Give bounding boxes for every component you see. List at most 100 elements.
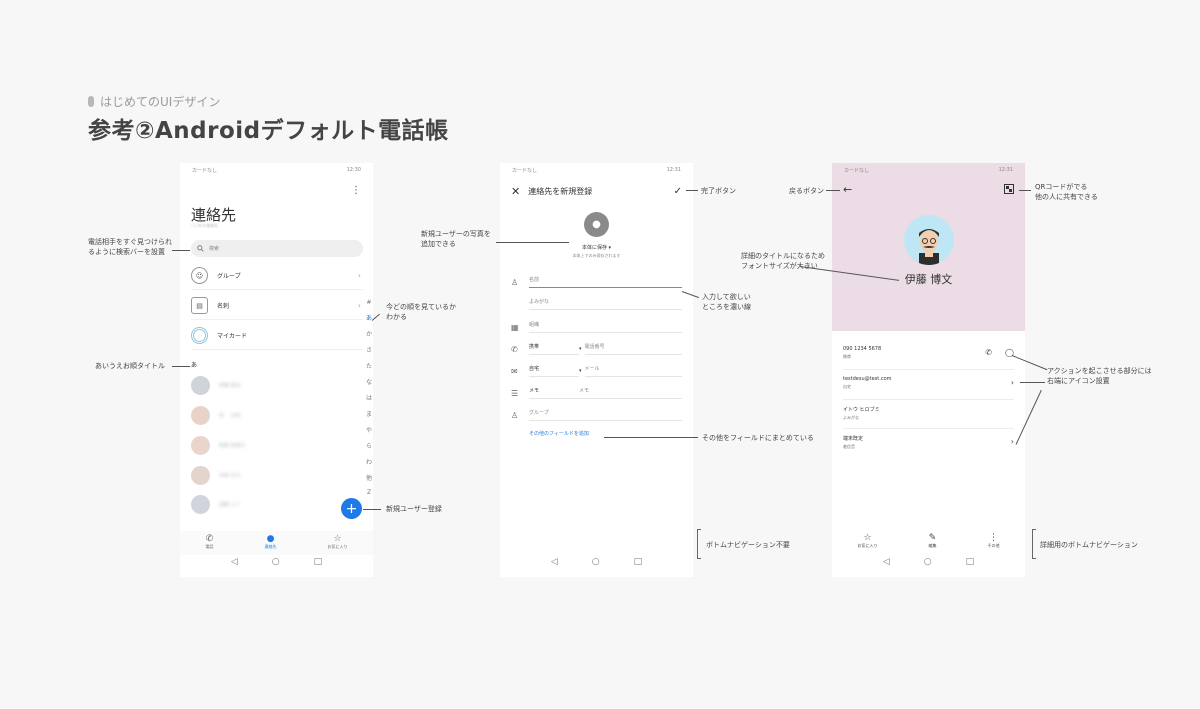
- email-field[interactable]: ✉ 自宅 ▾ メール: [511, 360, 682, 382]
- org-input[interactable]: 組織: [529, 321, 682, 333]
- annotation-line: 追加できる: [421, 240, 456, 249]
- email-item[interactable]: testdesu@test.com 自宅 ›: [843, 376, 1014, 390]
- avatar: [191, 466, 210, 485]
- leader-line: [686, 190, 698, 191]
- kebab-menu-icon[interactable]: ⋮: [351, 185, 361, 196]
- star-icon: ☆: [333, 534, 342, 544]
- camera-icon[interactable]: ●: [584, 212, 609, 237]
- dropdown-arrow-icon[interactable]: ▾: [579, 346, 582, 352]
- kebab-menu-icon: ⋮: [989, 533, 998, 543]
- phone-type-label[interactable]: 携帯: [529, 343, 579, 355]
- name-input[interactable]: 名前: [529, 276, 682, 288]
- chevron-right-icon[interactable]: ›: [1011, 378, 1014, 387]
- org-field[interactable]: ▦ 組織: [511, 316, 682, 338]
- recents-square-icon[interactable]: □: [314, 557, 323, 567]
- email-type: 自宅: [843, 384, 851, 389]
- phone-input[interactable]: 電話番号: [584, 343, 682, 355]
- annotation-index: 今どの順を見ているか わかる: [386, 302, 456, 322]
- pill-icon: [88, 96, 94, 107]
- page-title: 参考②Androidデフォルト電話帳: [88, 118, 449, 144]
- index-item[interactable]: Z: [367, 489, 371, 496]
- back-triangle-icon[interactable]: ◁: [231, 557, 238, 567]
- divider: [843, 428, 1014, 429]
- mycard-icon: [191, 327, 208, 344]
- save-location-select[interactable]: 本体に保存 ▾: [500, 244, 693, 251]
- group-icon: ☺: [191, 267, 208, 284]
- phone-field[interactable]: ✆ 携帯 ▾ 電話番号: [511, 338, 682, 360]
- index-item[interactable]: ら: [366, 441, 372, 450]
- person-icon: ●: [266, 534, 275, 544]
- email-input[interactable]: メール: [584, 365, 682, 377]
- add-contact-button[interactable]: +: [341, 498, 362, 519]
- contact-row[interactable]: 伊藤 和也: [191, 371, 351, 400]
- home-circle-icon[interactable]: ○: [272, 557, 280, 567]
- index-item[interactable]: か: [366, 329, 372, 338]
- contact-row[interactable]: 遠藤 ユリ: [191, 490, 351, 519]
- recents-square-icon[interactable]: □: [966, 557, 975, 567]
- search-bar[interactable]: 検索: [191, 240, 363, 257]
- subtitle-text: はじめてのUIデザイン: [100, 95, 221, 109]
- contact-name: 阿部 和美子: [219, 443, 246, 449]
- avatar: [904, 215, 954, 265]
- check-icon[interactable]: ✓: [674, 186, 682, 197]
- mycard-row[interactable]: マイカード: [191, 322, 363, 350]
- contact-row[interactable]: 泉 太郎: [191, 401, 351, 430]
- group-row[interactable]: ☺ グループ ›: [191, 262, 363, 290]
- annotation-line-emphasis: 入力して欲しい ところを濃い線: [702, 292, 751, 312]
- home-circle-icon[interactable]: ○: [592, 557, 600, 567]
- search-icon: [197, 245, 204, 252]
- contact-row[interactable]: 内田 ゆき: [191, 461, 351, 490]
- index-item[interactable]: わ: [366, 457, 372, 466]
- back-triangle-icon[interactable]: ◁: [883, 557, 890, 567]
- back-triangle-icon[interactable]: ◁: [551, 557, 558, 567]
- back-arrow-icon[interactable]: ←: [843, 183, 852, 196]
- page-subtitle: はじめてのUIデザイン: [88, 93, 220, 110]
- memo-field[interactable]: ☰ メモ メモ: [511, 382, 682, 404]
- index-item[interactable]: た: [366, 361, 372, 370]
- memo-input[interactable]: メモ: [579, 387, 682, 399]
- alphabet-index[interactable]: # あ か さ た な は ま や ら わ 他 Z: [366, 299, 372, 496]
- index-item[interactable]: な: [366, 377, 372, 386]
- system-navigation: ◁ ○ □: [500, 547, 693, 577]
- email-type-label[interactable]: 自宅: [529, 365, 579, 377]
- index-item[interactable]: さ: [366, 345, 372, 354]
- group-field[interactable]: ♙ グループ: [511, 404, 682, 426]
- index-item[interactable]: は: [366, 393, 372, 402]
- index-item[interactable]: ま: [366, 409, 372, 418]
- furigana-field[interactable]: よみがな: [511, 293, 682, 315]
- kana-value: イトウ ヒロブミ: [843, 407, 880, 413]
- index-item[interactable]: 他: [366, 473, 372, 482]
- mail-icon: ✉: [511, 366, 518, 376]
- dropdown-arrow-icon[interactable]: ▾: [579, 368, 582, 374]
- home-circle-icon[interactable]: ○: [924, 557, 932, 567]
- furigana-input[interactable]: よみがな: [529, 298, 682, 310]
- group-input[interactable]: グループ: [529, 409, 682, 421]
- avatar: [191, 376, 210, 395]
- group-icon: ♙: [511, 410, 519, 420]
- name-field[interactable]: ♙ 名前: [511, 271, 682, 293]
- index-item[interactable]: や: [366, 425, 372, 434]
- contact-row[interactable]: 阿部 和美子: [191, 431, 351, 460]
- chevron-right-icon[interactable]: ›: [1011, 437, 1014, 446]
- close-icon[interactable]: ✕: [511, 185, 520, 198]
- annotation-line: 詳細のタイトルになるため: [741, 252, 825, 260]
- phone-item[interactable]: 090 1234 5678 携帯 ✆ ◯: [843, 346, 1014, 360]
- add-more-fields-link[interactable]: その他のフィールドを追加: [529, 430, 589, 437]
- ringtone-label: 着信音: [843, 444, 855, 449]
- index-item-active[interactable]: あ: [366, 313, 372, 322]
- status-bar: カードなし 12:31: [832, 163, 1025, 177]
- leader-line: [826, 190, 840, 191]
- call-icon[interactable]: ✆: [985, 348, 992, 357]
- card-row[interactable]: ▤ 名刺 ›: [191, 292, 363, 320]
- kana-item: イトウ ヒロブミ よみがな: [843, 406, 1014, 421]
- annotation-line: わかる: [386, 313, 407, 322]
- annotation-line: QRコードがでる: [1035, 183, 1088, 191]
- qr-code-icon[interactable]: [1004, 184, 1014, 194]
- person-icon: ♙: [511, 277, 519, 287]
- index-item[interactable]: #: [366, 299, 371, 306]
- ringtone-item[interactable]: 端末既定 着信音 ›: [843, 435, 1014, 450]
- recents-square-icon[interactable]: □: [634, 557, 643, 567]
- leader-line: [1020, 382, 1045, 383]
- annotation-action: アクションを起こさせる部分には 右端にアイコン設置: [1047, 366, 1152, 386]
- email-address: testdesu@test.com: [843, 376, 892, 382]
